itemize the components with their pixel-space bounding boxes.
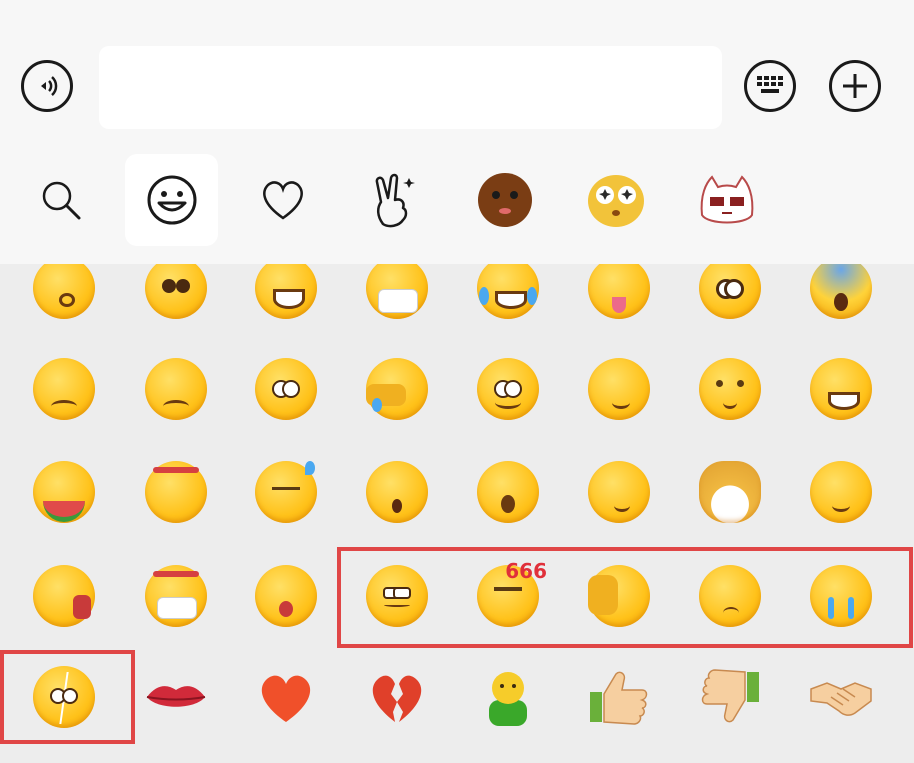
emoji-mask-smile[interactable] [357,264,437,328]
ok-smirk-icon [810,461,872,523]
emoji-side-eye-smile[interactable] [468,349,548,429]
emoji-thumbs-up[interactable] [579,657,659,737]
voice-icon [41,76,58,96]
tab-search[interactable] [14,154,107,246]
unamused-icon [145,358,207,420]
emoji-grid: 666 [0,264,914,763]
emoji-yawning[interactable] [468,452,548,532]
emoji-kissing-closed-eyes[interactable] [24,264,104,328]
scream-icon [810,264,872,319]
emoji-grinning[interactable] [246,264,326,328]
emoji-red-heart[interactable] [246,657,326,737]
hand-mouth-awe-icon [33,565,95,627]
plus-button[interactable] [829,60,881,112]
pensive-icon [33,358,95,420]
facepalm-icon [366,358,428,420]
heart-icon [262,181,303,220]
emoji-lips[interactable] [136,657,216,737]
chat-input-bar [0,0,914,264]
emoji-broken-heart[interactable] [357,657,437,737]
sweat-expressionless-icon [255,461,317,523]
emoji-unamused[interactable] [136,349,216,429]
kissing-closed-eyes-icon [33,264,95,319]
highlight-box-cracked-face [0,650,135,744]
tab-sticker-pack-2[interactable] [569,154,662,246]
tab-sticker-pack-1[interactable] [458,154,551,246]
keyboard-button[interactable] [744,60,796,112]
broken-heart-icon [372,675,422,722]
search-icon [42,181,80,220]
tab-smiley[interactable] [125,154,218,246]
voice-button[interactable] [21,60,73,112]
emoji-star-struck[interactable] [246,556,326,636]
tab-sticker-pack-3[interactable] [680,154,773,246]
emoji-hand-mouth-awe[interactable] [24,556,104,636]
flushed-icon [699,264,761,319]
pleading-hands-icon [145,264,207,319]
yawning-icon [477,461,539,523]
emoji-watermelon-eating[interactable] [24,452,104,532]
plus-icon [843,74,867,98]
mask-smile-icon [366,264,428,319]
green-figure-icon [489,672,527,726]
tears-of-joy-icon [477,264,539,319]
emoji-shocked-pop[interactable] [357,452,437,532]
thumbs-down-icon [701,669,759,723]
cat-sticker-icon [700,175,753,224]
doge-icon [699,461,761,523]
peace-grin-icon [810,358,872,420]
emoji-mask-thumbs[interactable] [136,556,216,636]
brown-face-sticker-icon [477,173,532,227]
emoji-headband-thumb[interactable] [136,452,216,532]
handshake-icon [810,682,872,716]
emoji-smirk-chin[interactable] [579,349,659,429]
emoji-green-figure[interactable] [468,657,548,737]
keyboard-icon [757,76,783,93]
emoji-peace-grin[interactable] [801,349,881,429]
smiley-icon [147,175,196,225]
tab-gestures[interactable] [347,154,440,246]
headband-thumb-icon [145,461,207,523]
mask-thumbs-icon [145,565,207,627]
thumbs-up-icon [590,671,648,725]
emoji-pleading-hands[interactable] [136,264,216,328]
emoji-handshake[interactable] [801,657,881,737]
emoji-flushed[interactable] [690,264,770,328]
shocked-pop-icon [366,461,428,523]
message-input[interactable] [99,46,722,129]
shy-smile-icon [699,358,761,420]
emoji-pensive[interactable] [24,349,104,429]
emoji-facepalm[interactable] [357,349,437,429]
emoji-thumbs-down[interactable] [690,657,770,737]
side-eye-smile-icon [477,358,539,420]
highlight-box-row4 [337,547,913,648]
watermelon-eating-icon [33,461,95,523]
emoji-thinking-smirk[interactable] [579,452,659,532]
smirk-chin-icon [588,358,650,420]
smirk-hand-icon [255,358,317,420]
star-struck-icon [255,565,317,627]
lips-icon [146,686,206,707]
starry-eyes-sticker-icon [587,175,644,227]
thinking-smirk-icon [588,461,650,523]
grinning-icon [255,264,317,319]
emoji-ok-smirk[interactable] [801,452,881,532]
red-heart-icon [261,675,311,722]
emoji-smirk-hand[interactable] [246,349,326,429]
victory-hand-icon [375,173,415,228]
emoji-shy-smile[interactable] [690,349,770,429]
squinting-tongue-icon [588,264,650,319]
emoji-scream[interactable] [801,264,881,328]
emoji-doge[interactable] [690,452,770,532]
emoji-tears-of-joy[interactable] [468,264,548,328]
emoji-sweat-expressionless[interactable] [246,452,326,532]
emoji-squinting-tongue[interactable] [579,264,659,328]
tab-favorites[interactable] [236,154,329,246]
